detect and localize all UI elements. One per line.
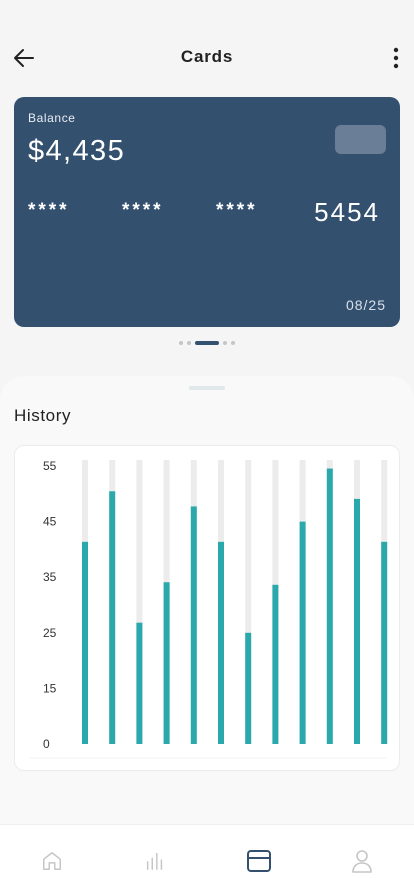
history-sheet: History 55 45 35 25 15 0 <box>0 376 414 836</box>
card-last-four: 5454 <box>314 197 380 227</box>
home-icon <box>42 851 61 870</box>
card-number-group-3: **** <box>216 200 258 221</box>
history-bar-chart: 55 45 35 25 15 0 <box>29 459 388 759</box>
carousel-indicator <box>0 341 414 345</box>
history-title: History <box>14 406 72 425</box>
chart-bar[interactable] <box>218 541 224 744</box>
y-tick-label: 25 <box>43 626 57 640</box>
chart-bar[interactable] <box>136 622 143 744</box>
card-expiry: 08/25 <box>345 297 386 313</box>
nav-cards[interactable] <box>207 825 311 896</box>
chart-bar[interactable] <box>163 582 170 744</box>
credit-card[interactable]: Balance $4,435 **** **** **** 5454 08/25 <box>14 97 400 327</box>
card-chip-icon <box>335 125 386 154</box>
chart-bar[interactable] <box>245 632 252 744</box>
history-chart: 55 45 35 25 15 0 <box>14 445 400 771</box>
nav-home[interactable] <box>0 825 104 896</box>
y-tick-label: 55 <box>43 459 57 473</box>
carousel-dot[interactable] <box>187 341 191 345</box>
y-tick-label: 0 <box>43 737 50 751</box>
card-number-group-1: **** <box>28 200 70 221</box>
page-title: Cards <box>180 47 234 66</box>
nav-stats[interactable] <box>104 825 208 896</box>
chart-bar[interactable] <box>299 521 306 744</box>
chart-bar[interactable] <box>190 506 197 744</box>
more-menu-button[interactable] <box>382 42 410 74</box>
user-icon <box>352 849 373 873</box>
carousel-dot[interactable] <box>231 341 235 345</box>
chart-bar[interactable] <box>109 491 116 744</box>
chart-bar[interactable] <box>82 541 88 744</box>
balance-label: Balance <box>28 111 76 125</box>
balance-amount: $4,435 <box>28 135 126 167</box>
nav-profile[interactable] <box>311 825 414 896</box>
y-tick-label: 15 <box>43 681 57 695</box>
carousel-dot[interactable] <box>179 341 183 345</box>
y-tick-label: 35 <box>43 570 57 584</box>
card-number-group-2: **** <box>122 200 164 221</box>
carousel-dot[interactable] <box>195 341 219 345</box>
y-tick-label: 45 <box>43 515 57 529</box>
chart-bar[interactable] <box>354 498 360 744</box>
sheet-drag-handle[interactable] <box>189 386 225 390</box>
card-icon <box>246 849 271 872</box>
more-vertical-icon <box>393 47 399 69</box>
chart-bar[interactable] <box>381 541 388 744</box>
bottom-navigation <box>0 824 414 896</box>
bar-chart-icon <box>147 852 163 870</box>
carousel-dot[interactable] <box>223 341 227 345</box>
chart-bar[interactable] <box>272 584 279 744</box>
chart-bar[interactable] <box>326 468 333 744</box>
